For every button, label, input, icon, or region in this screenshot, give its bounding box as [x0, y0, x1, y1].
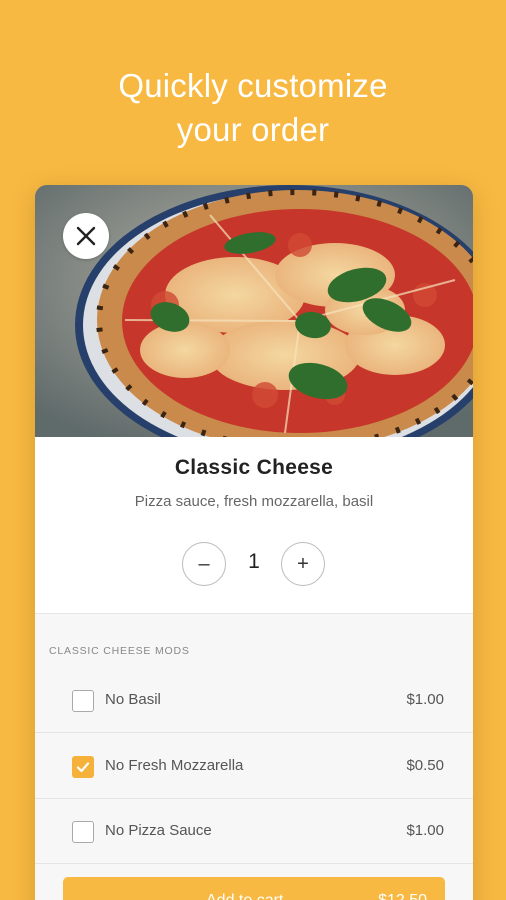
add-to-cart-label: Add to cart: [206, 892, 283, 900]
mod-option-no-pizza-sauce[interactable]: No Pizza Sauce $1.00: [35, 799, 473, 864]
mod-option-no-fresh-mozzarella[interactable]: No Fresh Mozzarella $0.50: [35, 734, 473, 799]
mod-label: No Fresh Mozzarella: [105, 757, 244, 774]
checkbox-no-fresh-mozzarella[interactable]: [72, 756, 94, 778]
decrement-button[interactable]: –: [182, 542, 226, 586]
increment-button[interactable]: +: [281, 542, 325, 586]
add-to-cart-price: $12.50: [378, 892, 427, 900]
close-icon: [76, 226, 96, 246]
add-to-cart-button[interactable]: Add to cart $12.50: [63, 877, 445, 900]
mod-label: No Basil: [105, 691, 161, 708]
item-description: Pizza sauce, fresh mozzarella, basil: [134, 493, 374, 510]
mod-label: No Pizza Sauce: [105, 822, 212, 839]
mod-price: $1.00: [406, 691, 444, 708]
checkbox-no-basil[interactable]: [72, 690, 94, 712]
mods-header: CLASSIC CHEESE MODS: [49, 645, 190, 657]
item-title: Classic Cheese: [174, 456, 334, 479]
mod-option-no-basil[interactable]: No Basil $1.00: [35, 668, 473, 733]
mod-price: $0.50: [406, 757, 444, 774]
checkmark-icon: [76, 762, 90, 773]
product-card: Classic Cheese Pizza sauce, fresh mozzar…: [35, 185, 473, 900]
mod-price: $1.00: [406, 822, 444, 839]
mods-section: CLASSIC CHEESE MODS No Basil $1.00 No Fr…: [35, 613, 473, 900]
quantity-value: 1: [248, 550, 260, 573]
headline: Quickly customize your order: [118, 67, 388, 148]
checkbox-no-pizza-sauce[interactable]: [72, 821, 94, 843]
pizza-photo: [35, 185, 473, 437]
close-button[interactable]: [63, 213, 109, 259]
